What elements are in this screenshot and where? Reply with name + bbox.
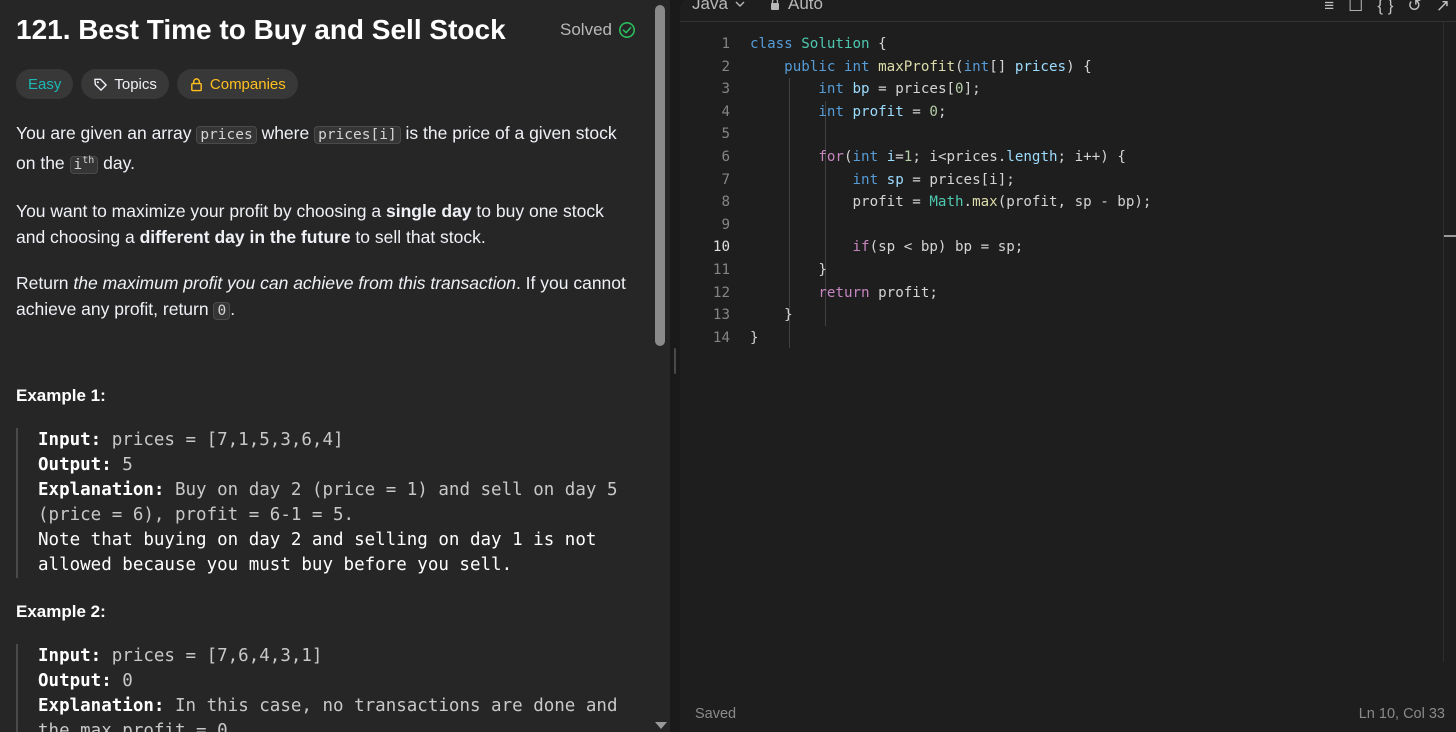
- format-icon[interactable]: ≡: [1324, 0, 1334, 16]
- example-output: Output: 5: [38, 455, 133, 475]
- code-line: 2 public int maxProfit(int[] prices) {: [721, 58, 1092, 75]
- companies-label: Companies: [209, 75, 286, 93]
- example-1-title: Example 1:: [16, 386, 106, 405]
- difficulty-badge: Easy: [16, 69, 74, 99]
- check-circle-icon: [618, 21, 636, 39]
- braces-icon[interactable]: { }: [1377, 0, 1393, 16]
- code-editor-panel: Java Auto ≡ ☐ { } ↺ ↗ 1 class Solution { …: [680, 0, 1456, 732]
- mode-selector[interactable]: Auto: [770, 0, 823, 14]
- mode-label: Auto: [788, 0, 823, 13]
- inline-code: prices[i]: [314, 126, 401, 144]
- reset-icon[interactable]: ↺: [1408, 0, 1422, 16]
- desc-paragraph-2: You want to maximize your profit by choo…: [16, 200, 604, 247]
- code-line: 11 }: [712, 261, 827, 278]
- chevron-down-icon: [735, 1, 745, 7]
- editor-tools: ≡ ☐ { } ↺ ↗: [1324, 0, 1450, 16]
- code-line: 14}: [712, 329, 759, 346]
- lock-icon: [771, 0, 779, 10]
- bookmark-icon[interactable]: ☐: [1348, 0, 1363, 16]
- code-line-active: 10 if(sp < bp) bp = sp;: [712, 239, 1024, 256]
- title-row: 121. Best Time to Buy and Sell Stock Sol…: [16, 14, 636, 50]
- code-line: 13 }: [712, 307, 793, 324]
- companies-button[interactable]: Companies: [176, 69, 298, 99]
- code-line: 8 profit = Math.max(profit, sp - bp);: [721, 194, 1152, 211]
- topics-button[interactable]: Topics: [81, 69, 169, 99]
- code-line: 6 for(int i=1; i<prices.length; i++) {: [721, 148, 1126, 165]
- problem-title[interactable]: 121. Best Time to Buy and Sell Stock: [16, 14, 506, 46]
- example-explanation: Explanation: Buy on day 2 (price = 1) an…: [38, 480, 618, 525]
- editor-scroll-track[interactable]: [1443, 22, 1444, 662]
- language-selector[interactable]: Java: [692, 0, 746, 14]
- editor-status-bar: Saved Ln 10, Col 33: [680, 698, 1456, 732]
- cursor-position: Ln 10, Col 33: [1358, 706, 1445, 722]
- example-1-block: Input: prices = [7,1,5,3,6,4] Output: 5 …: [16, 428, 636, 578]
- language-label: Java: [692, 0, 728, 13]
- inline-code: 0: [213, 301, 231, 320]
- example-2-title: Example 2:: [16, 602, 106, 621]
- code-line: 5: [721, 126, 730, 143]
- code-line: 1 class Solution {: [721, 36, 887, 52]
- problem-panel: 121. Best Time to Buy and Sell Stock Sol…: [0, 0, 670, 732]
- example-output: Output: 0: [38, 671, 133, 691]
- inline-code: ith: [69, 155, 99, 174]
- problem-tags: Easy Topics Companies: [16, 69, 298, 99]
- inline-code: prices: [196, 126, 257, 144]
- code-line: 12 return profit;: [712, 284, 938, 301]
- difficulty-label: Easy: [28, 75, 62, 93]
- example-input: Input: prices = [7,6,4,3,1]: [38, 646, 323, 666]
- example-input: Input: prices = [7,1,5,3,6,4]: [38, 430, 344, 450]
- topics-label: Topics: [114, 75, 157, 93]
- code-line: 4 int profit = 0;: [721, 103, 947, 120]
- tag-icon: [94, 78, 108, 91]
- code-area[interactable]: 1 class Solution { 2 public int maxProfit…: [680, 33, 1440, 349]
- problem-description: You are given an array prices where pric…: [16, 120, 636, 344]
- description-scrollbar[interactable]: [655, 5, 665, 346]
- code-line: 7 int sp = prices[i];: [721, 171, 1015, 188]
- desc-paragraph-1: You are given an array prices where pric…: [16, 123, 617, 174]
- example-2-block: Input: prices = [7,6,4,3,1] Output: 0 Ex…: [16, 644, 636, 732]
- desc-paragraph-3: Return the maximum profit you can achiev…: [16, 272, 626, 320]
- scroll-down-arrow-icon[interactable]: [655, 722, 667, 729]
- code-line: 9: [721, 216, 730, 233]
- cursor-position-marker: [1444, 235, 1456, 237]
- editor-toolbar: Java Auto ≡ ☐ { } ↺ ↗: [680, 0, 1456, 22]
- save-status: Saved: [695, 706, 737, 722]
- code-line: 3 int bp = prices[0];: [721, 81, 981, 98]
- solved-status: Solved: [560, 20, 636, 40]
- lock-icon: [191, 77, 202, 91]
- example-note: Note that buying on day 2 and selling on…: [38, 530, 597, 575]
- expand-icon[interactable]: ↗: [1436, 0, 1450, 16]
- splitter-handle[interactable]: [674, 348, 676, 374]
- solved-label: Solved: [560, 20, 612, 39]
- example-explanation: Explanation: In this case, no transactio…: [38, 696, 618, 732]
